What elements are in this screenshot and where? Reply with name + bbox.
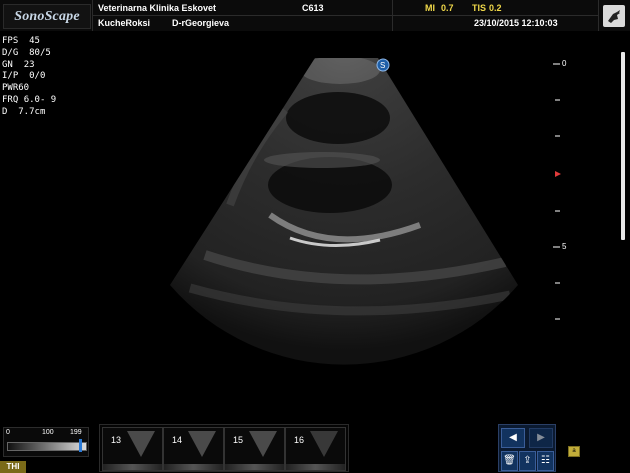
- thumbnail-strip: [286, 464, 345, 470]
- thi-mode-badge[interactable]: THI: [0, 461, 26, 473]
- thumbnail-number: 14: [172, 435, 183, 445]
- previous-button[interactable]: ◀: [501, 428, 525, 448]
- image-scrollbar[interactable]: [621, 52, 625, 240]
- thumbnail-preview: [127, 431, 155, 457]
- ultrasound-image[interactable]: S: [0, 0, 630, 473]
- cine-thumbnail[interactable]: 15: [224, 427, 285, 471]
- delete-icon[interactable]: 🗑: [501, 451, 518, 471]
- thumbnail-preview: [249, 431, 277, 457]
- depth-scale: [553, 63, 561, 320]
- cine-thumbnail[interactable]: 16: [285, 427, 346, 471]
- export-icon[interactable]: ⇪: [519, 451, 536, 471]
- thumbnail-strip: [164, 464, 223, 470]
- cine-navigation-panel: ◀ ▶ 🗑 ⇪ ☷: [498, 424, 556, 472]
- gain-track[interactable]: [7, 442, 87, 451]
- gain-control[interactable]: 0 100 199: [3, 427, 89, 457]
- cine-thumbnail-strip: 13 14 15 16: [99, 424, 349, 472]
- gain-min-label: 0: [6, 429, 10, 436]
- cine-thumbnail[interactable]: 14: [163, 427, 224, 471]
- thumbnail-preview: [188, 431, 216, 457]
- thumbnail-strip: [103, 464, 162, 470]
- orientation-marker-glyph: S: [380, 61, 385, 70]
- cine-thumbnail[interactable]: 13: [102, 427, 163, 471]
- thumbnail-number: 13: [111, 435, 122, 445]
- gain-max-label: 199: [70, 429, 82, 436]
- thumbnail-strip: [225, 464, 284, 470]
- focus-marker-icon: [555, 171, 561, 177]
- thumbnail-number: 16: [294, 435, 305, 445]
- gain-slider-thumb[interactable]: [79, 439, 83, 452]
- depth-label-5: 5: [562, 242, 567, 251]
- list-icon[interactable]: ☷: [537, 451, 554, 471]
- depth-label-0: 0: [562, 59, 567, 68]
- thumbnail-number: 15: [233, 435, 244, 445]
- thumbnail-preview: [310, 431, 338, 457]
- next-button[interactable]: ▶: [529, 428, 553, 448]
- gain-mid-label: 100: [42, 429, 54, 436]
- lock-icon[interactable]: a: [568, 446, 580, 457]
